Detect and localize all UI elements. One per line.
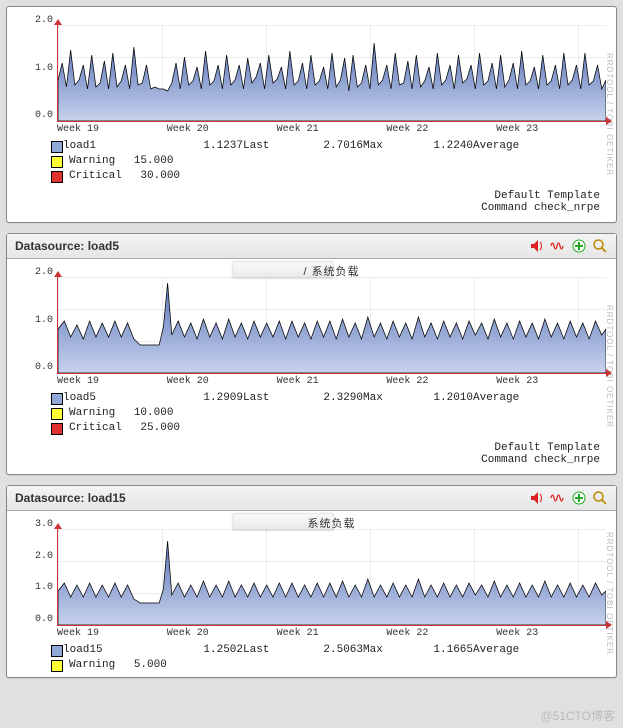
xaxis-arrow-icon <box>606 621 612 629</box>
speaker-icon[interactable] <box>529 490 545 506</box>
watermark: @51CTO博客 <box>540 707 615 724</box>
panel-load15: Datasource: load15 RRDTOOL / TOBI OETIKE… <box>6 485 617 678</box>
swatch-critical <box>51 171 63 183</box>
legend-series-row: load15 1.2502 Last 2.5063 Max 1.1665 Ave… <box>51 643 606 658</box>
xaxis-arrow-icon <box>606 369 612 377</box>
swatch-load1 <box>51 141 63 153</box>
legend-series-row: load5 1.2909 Last 2.3290 Max 1.2010 Aver… <box>51 391 606 406</box>
legend-warning-row: Warning 10.000 <box>51 406 606 421</box>
swatch-warning <box>51 660 63 672</box>
legend-critical-row: Critical 30.000 <box>51 169 606 184</box>
panel-load1: RRDTOOL / TOBI OETIKER 2.0 1.0 0.0 <box>6 6 617 223</box>
yaxis-load1: 2.0 1.0 0.0 <box>17 13 57 135</box>
legend-critical-row: Critical 25.000 <box>51 421 606 436</box>
panel-body-load15: RRDTOOL / TOBI OETIKER 3.0 2.0 1.0 0.0 系… <box>7 511 616 677</box>
swatch-load15 <box>51 645 63 657</box>
yaxis-load5: 2.0 1.0 0.0 <box>17 265 57 387</box>
template-info-load1: Default Template Command check_nrpe <box>11 186 612 220</box>
panel-body-load5: RRDTOOL / TOBI OETIKER 2.0 1.0 0.0 / 系统负… <box>7 259 616 474</box>
legend-warning-row: Warning 5.000 <box>51 658 606 673</box>
swatch-warning <box>51 156 63 168</box>
legend-warning-row: Warning 15.000 <box>51 154 606 169</box>
yaxis-load15: 3.0 2.0 1.0 0.0 <box>17 517 57 639</box>
stat-last: 1.1237 <box>173 139 243 154</box>
add-icon[interactable] <box>571 490 587 506</box>
chart-load15: 3.0 2.0 1.0 0.0 系统负载 <box>17 517 606 639</box>
panel-toolbar <box>529 238 608 254</box>
template-info-load5: Default Template Command check_nrpe <box>11 438 612 472</box>
stat-avg: 1.2240 <box>403 139 473 154</box>
series-svg-load15 <box>58 529 606 625</box>
swatch-load5 <box>51 393 63 405</box>
speaker-icon[interactable] <box>529 238 545 254</box>
stat-last: 1.2502 <box>173 643 243 658</box>
add-icon[interactable] <box>571 238 587 254</box>
plot-area-load1 <box>57 25 606 122</box>
series-svg-load5 <box>58 277 606 373</box>
stat-avg: 1.2010 <box>403 391 473 406</box>
xaxis-load1: Week 19 Week 20 Week 21 Week 22 Week 23 <box>57 122 606 135</box>
series-name: load5 <box>63 391 173 406</box>
stat-max: 2.3290 <box>293 391 363 406</box>
stat-max: 2.5063 <box>293 643 363 658</box>
legend-load5: load5 1.2909 Last 2.3290 Max 1.2010 Aver… <box>11 387 612 438</box>
series-name: load15 <box>63 643 173 658</box>
chart-load1: 2.0 1.0 0.0 <box>17 13 606 135</box>
zoom-icon[interactable] <box>592 490 608 506</box>
stat-last: 1.2909 <box>173 391 243 406</box>
zoom-icon[interactable] <box>592 238 608 254</box>
swatch-warning <box>51 408 63 420</box>
xaxis-load15: Week 19 Week 20 Week 21 Week 22 Week 23 <box>57 626 606 639</box>
swatch-critical <box>51 423 63 435</box>
panel-load5: Datasource: load5 RRDTOOL / TOBI OETIKER… <box>6 233 617 475</box>
chart-load5: 2.0 1.0 0.0 / 系统负载 <box>17 265 606 387</box>
panel-header-load15: Datasource: load15 <box>7 486 616 511</box>
panel-title: Datasource: load5 <box>15 239 119 253</box>
series-svg-load1 <box>58 25 606 121</box>
legend-series-row: load1 1.1237 Last 2.7016 Max 1.2240 Aver… <box>51 139 606 154</box>
stat-avg: 1.1665 <box>403 643 473 658</box>
panel-body-load1: RRDTOOL / TOBI OETIKER 2.0 1.0 0.0 <box>7 7 616 222</box>
xaxis-load5: Week 19 Week 20 Week 21 Week 22 Week 23 <box>57 374 606 387</box>
xaxis-arrow-icon <box>606 117 612 125</box>
panel-header-load5: Datasource: load5 <box>7 234 616 259</box>
panel-title: Datasource: load15 <box>15 491 126 505</box>
waveform-icon[interactable] <box>550 490 566 506</box>
plot-area-load15 <box>57 529 606 626</box>
legend-load15: load15 1.2502 Last 2.5063 Max 1.1665 Ave… <box>11 639 612 675</box>
plot-area-load5 <box>57 277 606 374</box>
stat-max: 2.7016 <box>293 139 363 154</box>
panel-toolbar <box>529 490 608 506</box>
waveform-icon[interactable] <box>550 238 566 254</box>
legend-load1: load1 1.1237 Last 2.7016 Max 1.2240 Aver… <box>11 135 612 186</box>
series-name: load1 <box>63 139 173 154</box>
